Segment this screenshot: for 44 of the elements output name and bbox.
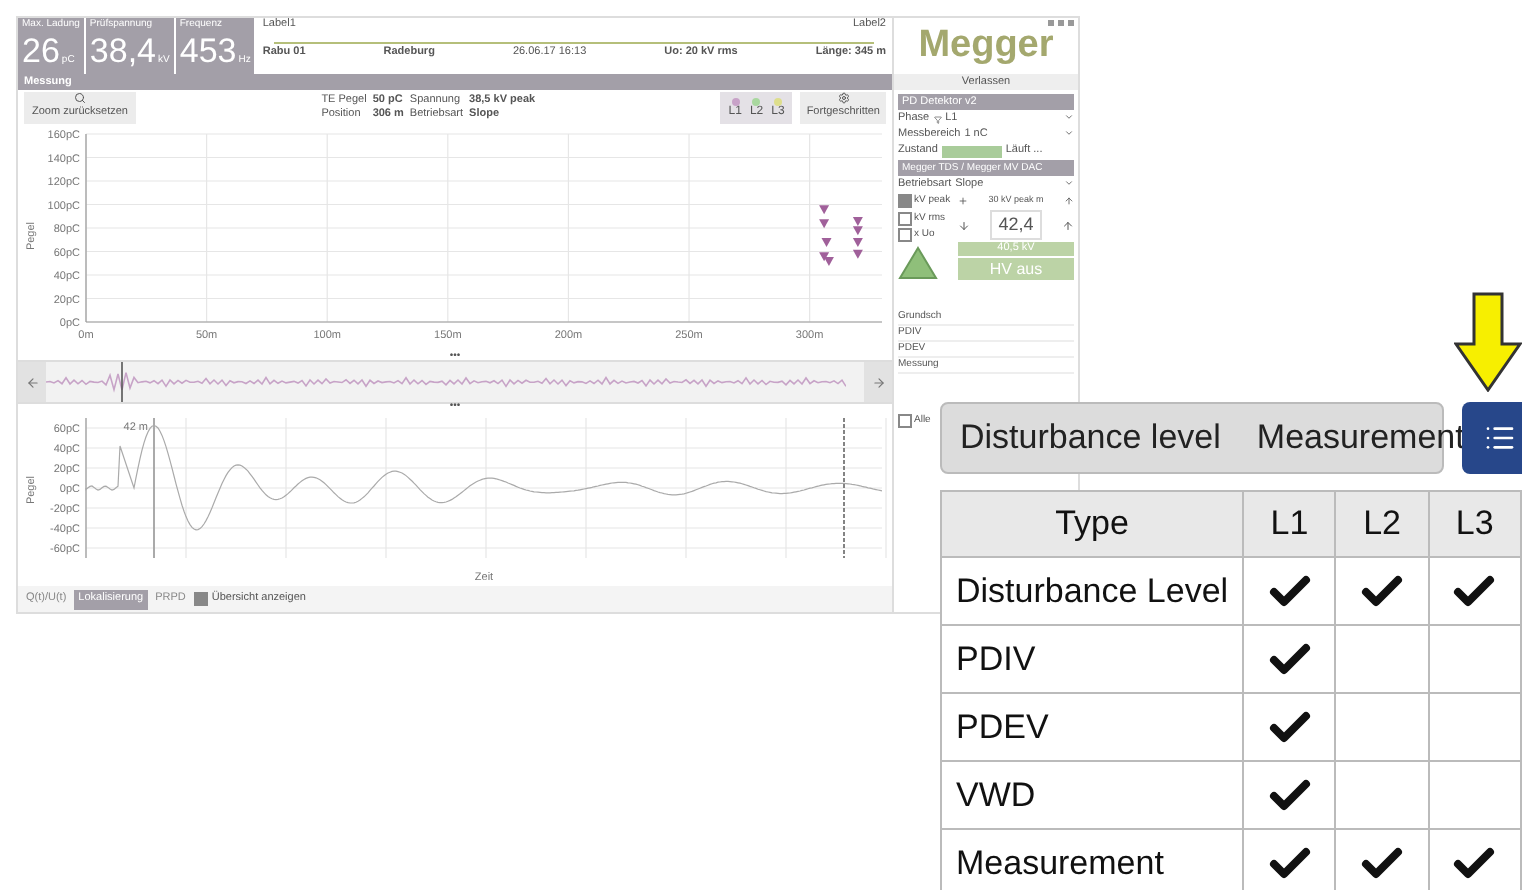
column-header: Type (941, 491, 1244, 557)
list-view-button[interactable] (1462, 402, 1522, 474)
data-point (821, 238, 832, 248)
stat-value: 26 (22, 32, 60, 70)
stat-value: 453 (179, 32, 237, 70)
tab[interactable]: Disturbance level (960, 412, 1221, 464)
arrow-left-icon (25, 375, 39, 389)
table-cell: Disturbance Level (941, 557, 1244, 625)
search-icon (74, 92, 86, 104)
filter-icon (933, 115, 942, 123)
warning-icon (898, 245, 938, 279)
stat-value: 38,4 (89, 32, 157, 70)
arrow-down-icon (1454, 292, 1522, 392)
data-point (819, 219, 830, 229)
scroll-right-button[interactable] (864, 362, 892, 402)
list-icon (1484, 422, 1516, 454)
y-axis (85, 417, 87, 559)
arrow-down-icon (958, 219, 970, 231)
table-cell: PDEV (941, 693, 1244, 761)
cursor-line (153, 417, 155, 559)
chevron-down-icon (1064, 178, 1074, 188)
table-cell: VWD (941, 761, 1244, 829)
column-header: L3 (1428, 491, 1521, 557)
checkbox[interactable] (898, 194, 912, 209)
voltage-value: 42,4 (990, 209, 1042, 241)
checkbox[interactable] (193, 592, 208, 606)
status-indicator (941, 145, 1002, 157)
arrow-right-icon (871, 375, 885, 389)
brand-logo: Megger (918, 26, 1054, 66)
marker-line (843, 417, 845, 559)
checkbox[interactable] (898, 211, 912, 226)
gear-icon (837, 92, 850, 104)
table-cell: Measurement (941, 829, 1244, 890)
column-header: L1 (1243, 491, 1336, 557)
arrow-up-icon (1062, 219, 1074, 231)
tab[interactable]: Measurement (1256, 412, 1465, 464)
arrow-up-icon (1063, 195, 1074, 206)
checkbox[interactable] (898, 414, 912, 429)
plus-icon (958, 195, 968, 206)
scroll-left-button[interactable] (18, 362, 46, 402)
data-point (819, 205, 830, 215)
table-cell: PDIV (941, 625, 1244, 693)
column-header: L2 (1335, 491, 1429, 557)
checkbox[interactable] (898, 228, 912, 243)
